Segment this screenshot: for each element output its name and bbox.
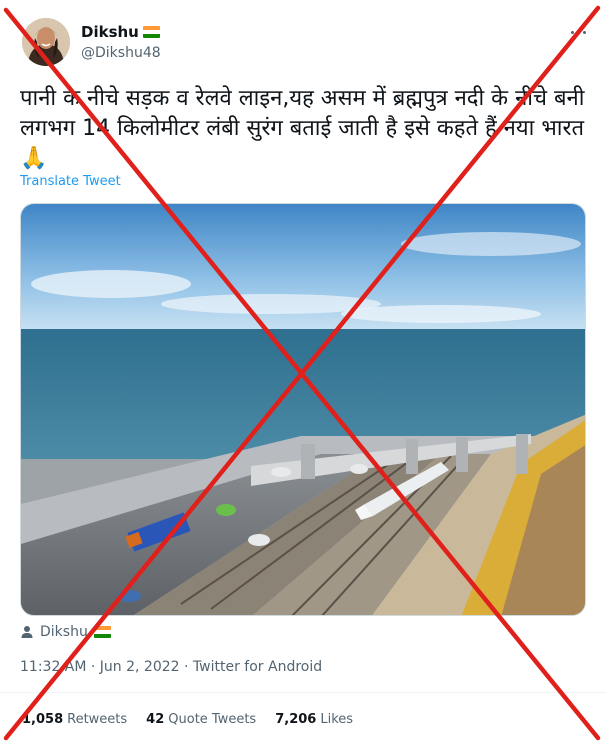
display-name[interactable]: Dikshu [81, 23, 139, 41]
via-name[interactable]: Dikshu [40, 624, 88, 640]
likes-label: Likes [320, 712, 354, 727]
engagement-stats: 1,058 Retweets 42 Quote Tweets 7,206 Likes [22, 712, 353, 727]
retweets-label: Retweets [67, 712, 128, 727]
tweet-timestamp[interactable]: 11:32 AM · Jun 2, 2022 · Twitter for And… [20, 659, 322, 675]
more-horizontal-icon[interactable] [568, 22, 588, 42]
tweet-text: पानी के नीचे सड़क व रेलवे लाइन,यह असम मे… [20, 86, 585, 171]
tweet-card: Dikshu @Dikshu48 पानी के नीचे सड़क व रेल… [0, 0, 606, 746]
retweets-stat[interactable]: 1,058 Retweets [22, 712, 127, 727]
retweets-count: 1,058 [22, 712, 64, 727]
name-row[interactable]: Dikshu [81, 23, 160, 41]
quote-tweets-count: 42 [146, 712, 165, 727]
likes-count: 7,206 [275, 712, 317, 727]
tweet-image[interactable] [20, 203, 586, 616]
translate-tweet-link[interactable]: Translate Tweet [20, 174, 121, 189]
via-row: Dikshu [20, 624, 111, 640]
india-flag-icon [142, 26, 160, 38]
avatar[interactable] [22, 18, 70, 66]
quote-tweets-label: Quote Tweets [168, 712, 257, 727]
user-handle[interactable]: @Dikshu48 [81, 45, 161, 61]
divider [0, 692, 606, 693]
tunnel-illustration [21, 204, 585, 615]
india-flag-icon [93, 626, 111, 638]
likes-stat[interactable]: 7,206 Likes [275, 712, 353, 727]
quote-tweets-stat[interactable]: 42 Quote Tweets [146, 712, 256, 727]
person-icon [21, 626, 33, 638]
